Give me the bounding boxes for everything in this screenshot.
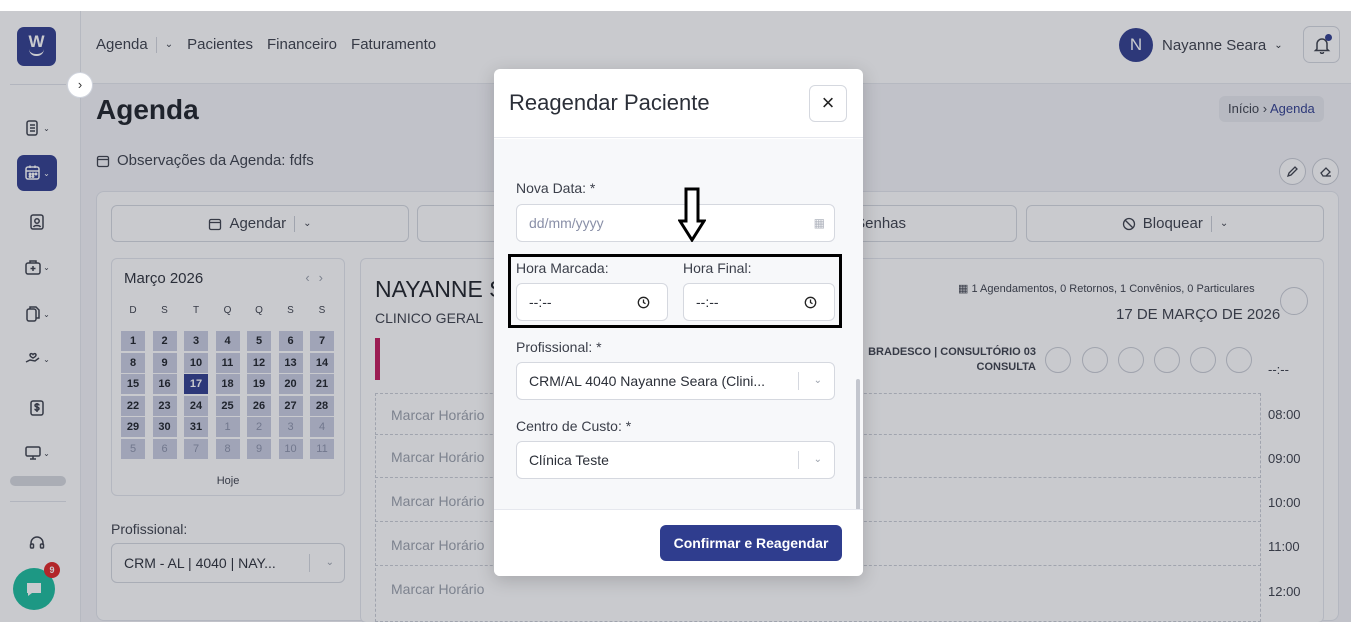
modal-header: Reagendar Paciente × — [494, 69, 863, 138]
chevron-down-icon: ⌄ — [813, 375, 822, 386]
profissional-select[interactable]: CRM/AL 4040 Nayanne Seara (Clini... ⌄ — [516, 362, 835, 400]
close-icon: × — [821, 90, 835, 115]
chevron-right-icon: › — [77, 77, 83, 92]
calendar-icon: ▦ — [813, 216, 825, 230]
top-strip — [0, 0, 1351, 11]
nova-data-label: Nova Data: * — [516, 180, 596, 196]
sidebar-collapse-button[interactable]: › — [67, 72, 93, 98]
modal-title: Reagendar Paciente — [509, 90, 710, 115]
centro-custo-value: Clínica Teste — [529, 452, 609, 468]
highlight-box — [508, 254, 842, 328]
nova-data-placeholder: dd/mm/yyyy — [529, 215, 604, 231]
centro-custo-label: Centro de Custo: * — [516, 418, 632, 434]
confirm-reagendar-button[interactable]: Confirmar e Reagendar — [660, 525, 842, 561]
nova-data-input[interactable]: dd/mm/yyyy ▦ — [516, 204, 835, 242]
chevron-down-icon: ⌄ — [813, 454, 822, 465]
profissional-label: Profissional: * — [516, 339, 602, 355]
centro-custo-select[interactable]: Clínica Teste ⌄ — [516, 441, 835, 479]
modal-footer: Confirmar e Reagendar — [494, 509, 863, 576]
close-button[interactable]: × — [809, 85, 847, 122]
profissional-value: CRM/AL 4040 Nayanne Seara (Clini... — [529, 373, 766, 389]
arrow-down-icon — [678, 187, 706, 242]
